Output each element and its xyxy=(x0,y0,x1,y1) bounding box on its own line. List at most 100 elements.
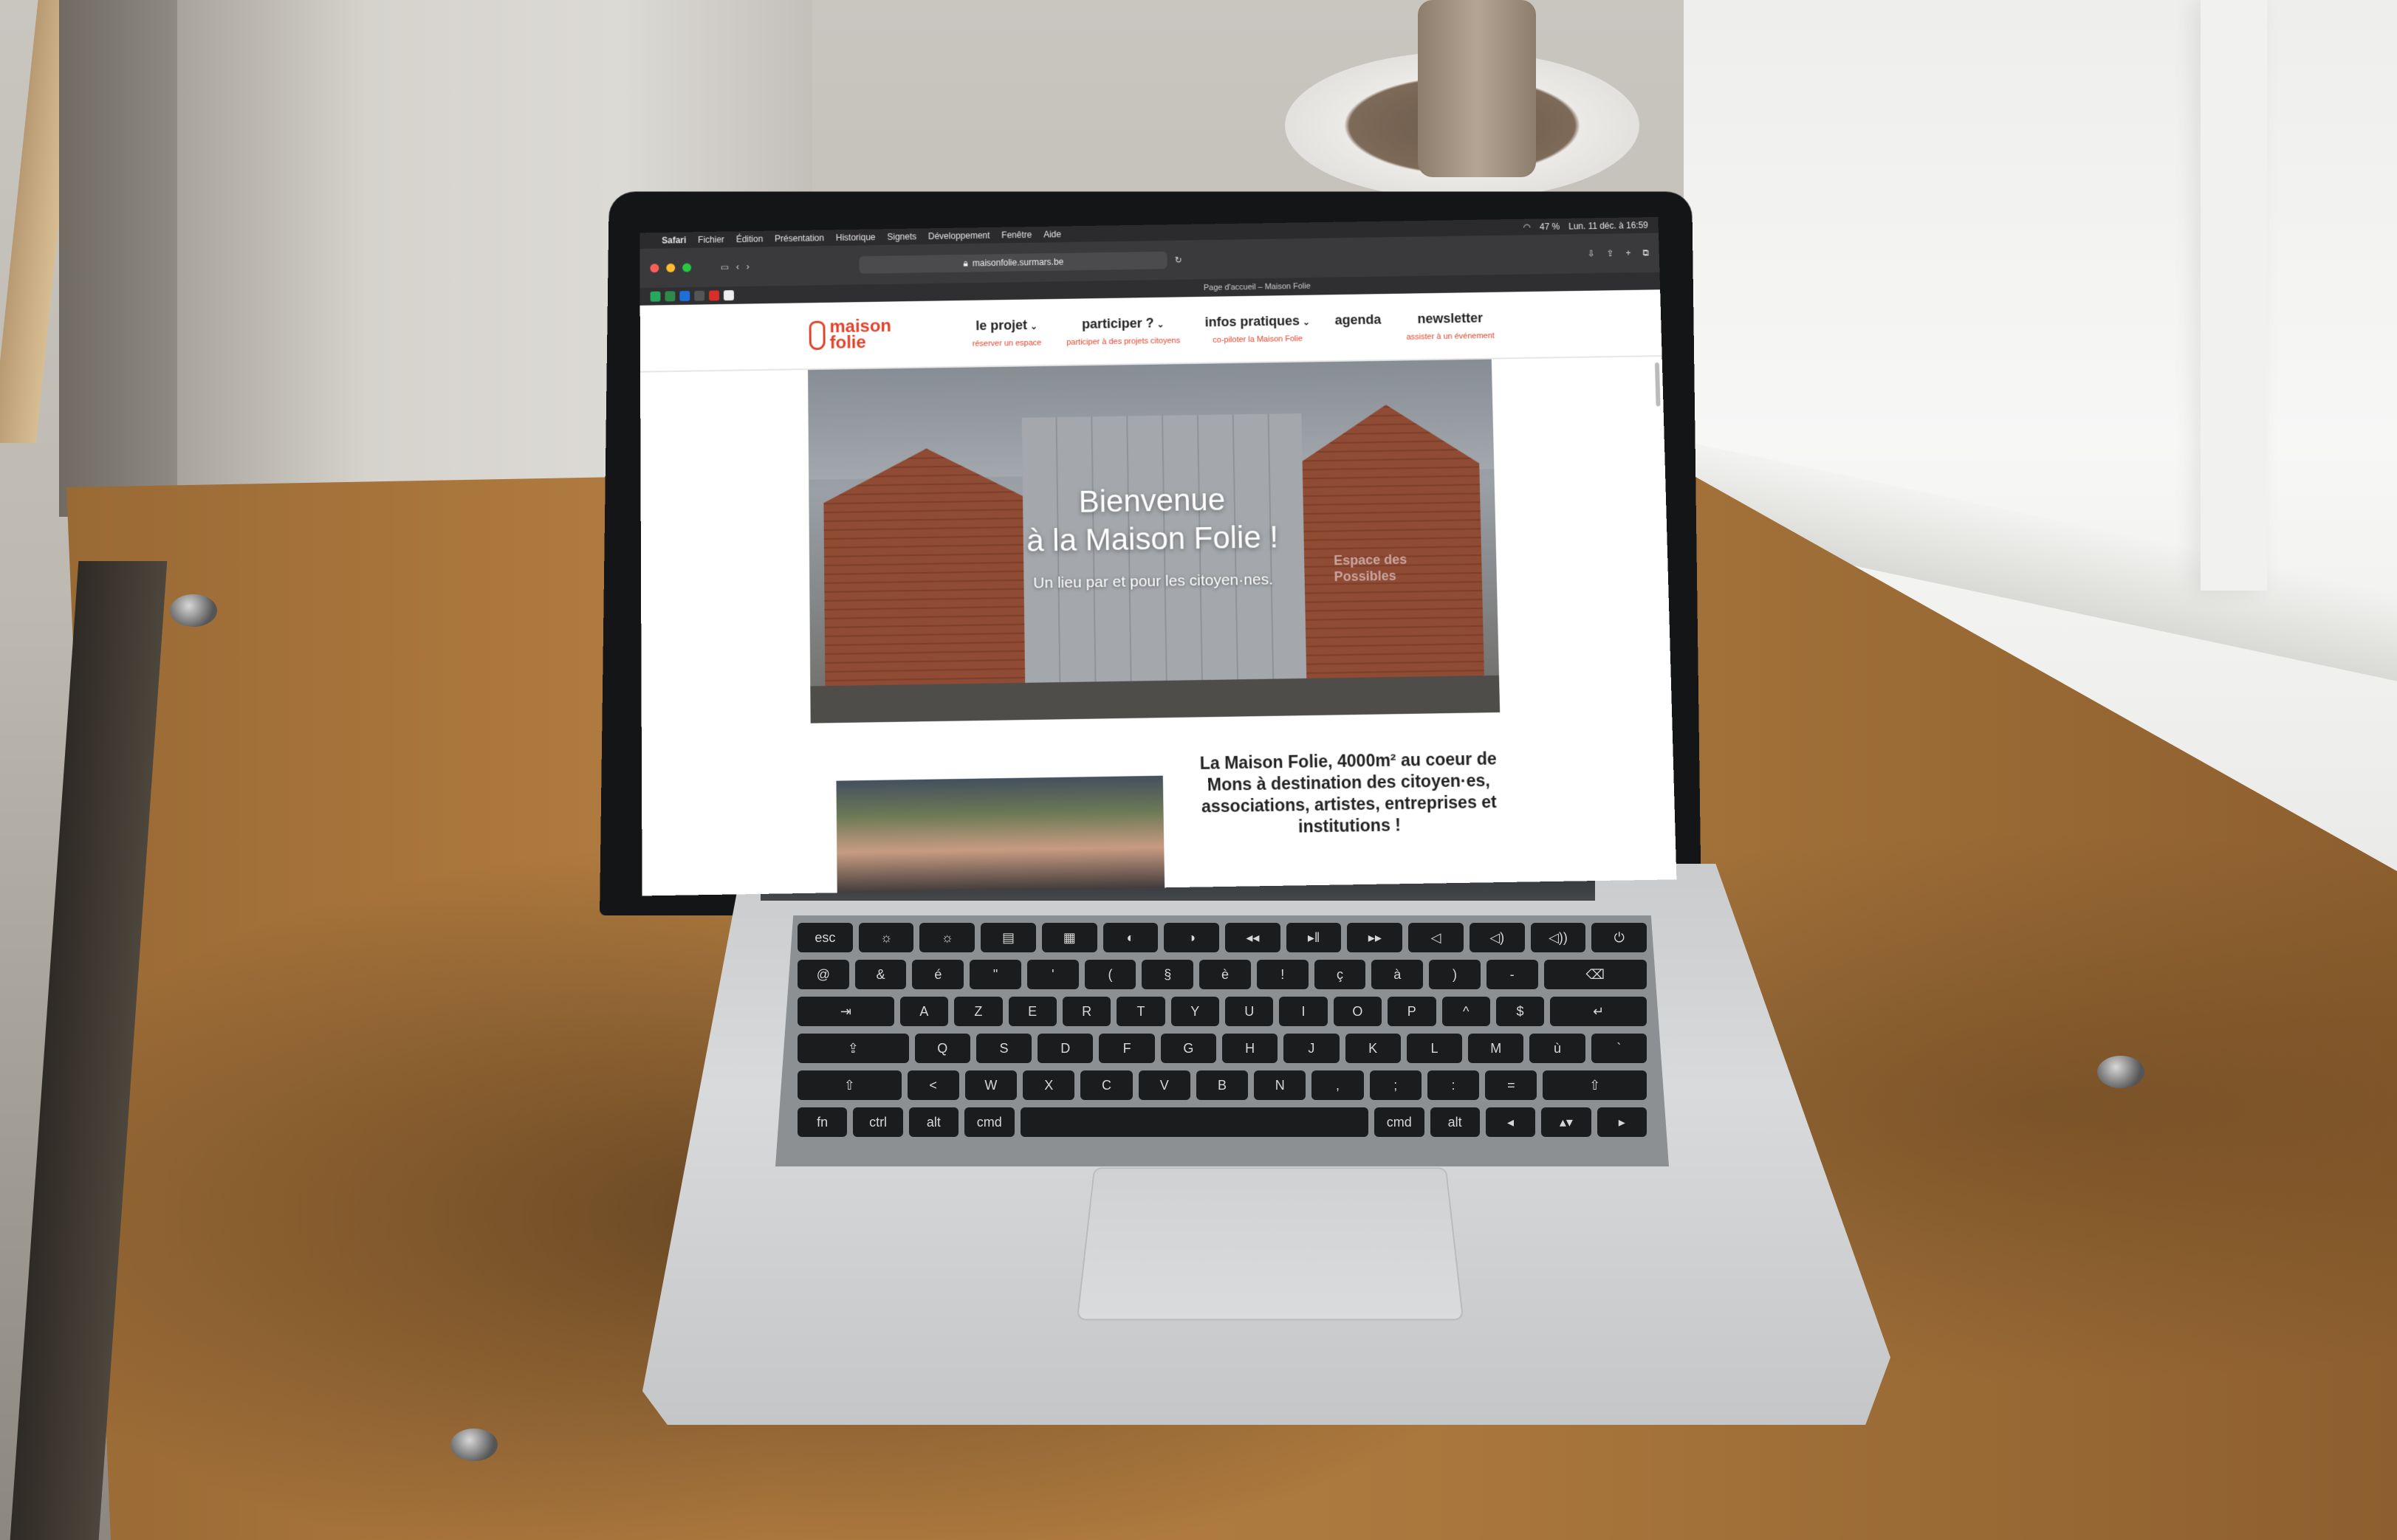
key[interactable]: alt xyxy=(908,1107,959,1137)
key[interactable]: ⌫ xyxy=(1543,960,1647,989)
nav-sublink[interactable]: participer à des projets citoyens xyxy=(1066,336,1180,346)
key[interactable]: ⇪ xyxy=(798,1034,909,1063)
battery-percent[interactable]: 47 % xyxy=(1540,221,1560,232)
key[interactable]: ù xyxy=(1529,1034,1585,1063)
nav-agenda[interactable]: agenda xyxy=(1334,312,1381,334)
key[interactable]: ◑ xyxy=(1164,923,1220,952)
back-icon[interactable]: ‹ xyxy=(736,262,739,272)
minimize-window-button[interactable] xyxy=(666,263,676,272)
key[interactable]: ▸ xyxy=(1597,1107,1647,1137)
address-bar[interactable]: 🔒︎ maisonfolie.surmars.be xyxy=(859,251,1168,274)
key[interactable]: ▸▸ xyxy=(1347,923,1403,952)
bookmark-icon[interactable] xyxy=(723,290,734,301)
key[interactable]: ◐ xyxy=(1103,923,1159,952)
key[interactable]: ctrl xyxy=(853,1107,903,1137)
key[interactable]: , xyxy=(1311,1070,1364,1100)
key[interactable]: R xyxy=(1062,997,1111,1026)
key[interactable]: ▴▾ xyxy=(1541,1107,1591,1137)
key[interactable]: U xyxy=(1225,997,1274,1026)
menu-edition[interactable]: Édition xyxy=(736,234,764,244)
key[interactable]: ↵ xyxy=(1550,997,1647,1026)
key[interactable]: F xyxy=(1099,1034,1155,1063)
zoom-window-button[interactable] xyxy=(682,263,692,272)
tabs-overview-icon[interactable]: ⧉ xyxy=(1642,247,1649,258)
key[interactable]: W xyxy=(964,1070,1018,1100)
nav-sublink[interactable]: assister à un événement xyxy=(1407,331,1495,342)
key[interactable]: ▤ xyxy=(981,923,1036,952)
key[interactable]: ⇧ xyxy=(1543,1070,1647,1100)
key[interactable]: : xyxy=(1427,1070,1480,1100)
key[interactable]: ( xyxy=(1084,960,1136,989)
wifi-icon[interactable]: ◠ xyxy=(1523,222,1532,233)
key[interactable]: ☼ xyxy=(858,923,914,952)
tab-page-accueil[interactable]: Page d'accueil – Maison Folie xyxy=(1204,282,1311,292)
key[interactable]: ▦ xyxy=(1041,923,1097,952)
key[interactable]: ▸‖ xyxy=(1286,923,1342,952)
key[interactable]: G xyxy=(1160,1034,1216,1063)
bookmark-icon[interactable] xyxy=(709,290,720,301)
key[interactable]: L xyxy=(1406,1034,1463,1063)
key[interactable]: cmd xyxy=(964,1107,1015,1137)
key[interactable]: J xyxy=(1283,1034,1340,1063)
reload-icon[interactable]: ↻ xyxy=(1175,255,1182,265)
key[interactable]: K xyxy=(1345,1034,1401,1063)
nav-newsletter[interactable]: newsletter assister à un événement xyxy=(1406,310,1495,341)
key[interactable]: ' xyxy=(1026,960,1079,989)
forward-icon[interactable]: › xyxy=(747,261,750,272)
key[interactable]: à xyxy=(1371,960,1424,989)
key[interactable]: B xyxy=(1196,1070,1249,1100)
key[interactable]: § xyxy=(1142,960,1194,989)
key[interactable]: Q xyxy=(914,1034,970,1063)
key[interactable]: é xyxy=(912,960,964,989)
key[interactable]: ◂◂ xyxy=(1225,923,1280,952)
key[interactable]: S xyxy=(975,1034,1032,1063)
menu-presentation[interactable]: Présentation xyxy=(775,233,824,244)
key[interactable]: $ xyxy=(1495,997,1545,1026)
key[interactable]: ◂ xyxy=(1485,1107,1536,1137)
key[interactable]: ⏻ xyxy=(1591,923,1647,952)
menu-fenetre[interactable]: Fenêtre xyxy=(1001,230,1032,240)
nav-participer[interactable]: participer ? ⌄ participer à des projets c… xyxy=(1066,315,1180,346)
key[interactable]: ◁)) xyxy=(1530,923,1586,952)
new-tab-icon[interactable]: + xyxy=(1625,247,1630,258)
menu-aide[interactable]: Aide xyxy=(1043,229,1061,239)
trackpad[interactable] xyxy=(1076,1167,1464,1321)
key[interactable]: ⇥ xyxy=(798,997,894,1026)
key[interactable]: = xyxy=(1485,1070,1537,1100)
key[interactable]: M xyxy=(1468,1034,1524,1063)
key[interactable]: ^ xyxy=(1441,997,1490,1026)
key[interactable]: fn xyxy=(798,1107,848,1137)
download-icon[interactable]: ⇩ xyxy=(1588,248,1595,259)
key[interactable]: cmd xyxy=(1374,1107,1424,1137)
key[interactable]: ◁) xyxy=(1469,923,1525,952)
nav-sublink[interactable]: réserver un espace xyxy=(973,338,1042,348)
key[interactable]: ◁ xyxy=(1408,923,1464,952)
key[interactable]: Z xyxy=(954,997,1003,1026)
bookmark-icon[interactable] xyxy=(650,291,661,302)
bookmark-icon[interactable] xyxy=(679,290,690,302)
key[interactable]: - xyxy=(1486,960,1538,989)
menu-fichier[interactable]: Fichier xyxy=(698,235,724,245)
key[interactable]: N xyxy=(1254,1070,1306,1100)
key[interactable]: " xyxy=(970,960,1021,989)
key[interactable]: & xyxy=(854,960,907,989)
key[interactable]: < xyxy=(907,1070,959,1100)
menubar-clock[interactable]: Lun. 11 déc. à 16:59 xyxy=(1568,220,1648,231)
bookmark-icon[interactable] xyxy=(665,291,676,302)
menu-historique[interactable]: Historique xyxy=(836,232,876,243)
share-icon[interactable]: ⇪ xyxy=(1606,248,1614,259)
key[interactable]: O xyxy=(1333,997,1382,1026)
key[interactable]: esc xyxy=(798,923,853,952)
key[interactable]: X xyxy=(1023,1070,1075,1100)
key[interactable]: @ xyxy=(798,960,849,989)
menu-safari[interactable]: Safari xyxy=(662,235,686,245)
nav-infos-pratiques[interactable]: infos pratiques ⌄ co-piloter la Maison Fo… xyxy=(1204,313,1310,345)
key[interactable]: ç xyxy=(1314,960,1366,989)
sidebar-icon[interactable]: ▭ xyxy=(721,262,729,272)
key[interactable]: I xyxy=(1279,997,1328,1026)
nav-le-projet[interactable]: le projet ⌄ réserver un espace xyxy=(972,317,1042,348)
key[interactable]: ) xyxy=(1429,960,1481,989)
bookmark-icon[interactable] xyxy=(694,290,705,301)
key[interactable]: P xyxy=(1388,997,1436,1026)
menu-signets[interactable]: Signets xyxy=(887,231,916,241)
